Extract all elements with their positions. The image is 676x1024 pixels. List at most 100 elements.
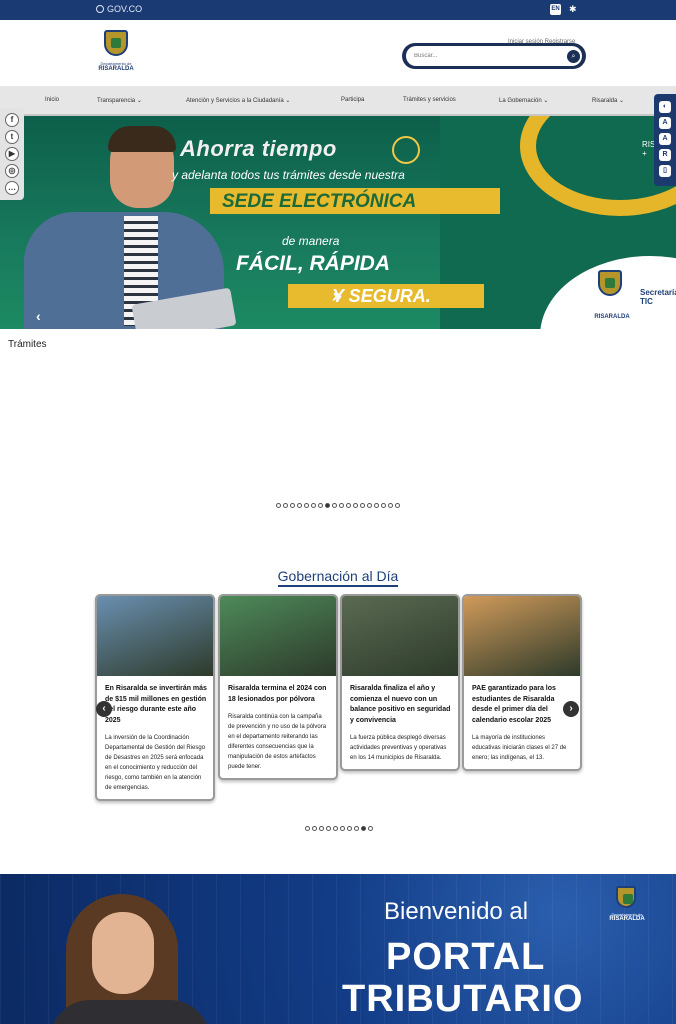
coat-of-arms-icon [598,270,622,296]
hero-segura-text: Y SEGURA. [332,286,431,306]
hero-prev-arrow[interactable]: ‹ [36,308,41,324]
chat-icon[interactable]: … [5,181,19,195]
nav-item-inicio[interactable]: Inicio [45,97,59,103]
carousel-dot[interactable] [290,503,295,508]
carousel-next-button[interactable]: › [563,701,579,717]
hero-banner-strip: SEDE ELECTRÓNICA [210,188,500,214]
hero-tic-label: Secretaría TIC [640,288,676,306]
chevron-down-icon: ⌄ [285,98,291,104]
facebook-icon[interactable]: f [5,113,19,127]
carousel-dot[interactable] [388,503,393,508]
contrast-icon[interactable]: ◐ [659,101,671,113]
govco-link[interactable]: GOV.CO [96,4,142,14]
carousel-dot[interactable] [332,503,337,508]
carousel-dot[interactable] [297,503,302,508]
carousel-dot[interactable] [346,503,351,508]
news-text: La fuerza pública desplegó diversas acti… [350,735,447,761]
main-nav: Inicio Transparencia ⌄ Atención y Servic… [0,86,676,116]
news-card[interactable]: PAE garantizado para los estudiantes de … [462,594,582,771]
news-card[interactable]: En Risaralda se invertirán más de $15 mi… [95,594,215,801]
portal-line2: TRIBUTARIO [342,978,584,1020]
logo-name: RISARALDA [98,66,134,72]
nav-item-atencion[interactable]: Atención y Servicios a la Ciudadanía ⌄ [186,97,290,104]
carousel-dot[interactable] [333,826,338,831]
coat-of-arms-icon [104,30,128,56]
social-sidebar: f t ▶ ◎ … [0,108,24,200]
news-card[interactable]: Risaralda termina el 2024 con 18 lesiona… [218,594,338,780]
portal-line1: PORTAL [386,936,546,978]
hero-title: Ahorra tiempo [180,136,337,161]
portal-logo-name: RISARALDA [609,916,645,922]
portal-logo: Departamento de RISARALDA [608,886,646,930]
carousel-dot[interactable] [304,503,309,508]
carousel-dot[interactable] [360,503,365,508]
hero-manera: de manera [282,234,340,248]
clock-icon [392,136,420,164]
carousel-dot[interactable] [318,503,323,508]
carousel-dot[interactable] [340,826,345,831]
search-icon[interactable]: ⌕ [567,49,580,63]
news-image [97,596,213,676]
zoom-out-icon[interactable]: A [659,133,671,145]
hero-logo: RISARALDA [590,268,634,324]
news-card[interactable]: Risaralda finaliza el año y comienza el … [340,594,460,771]
youtube-icon[interactable]: ▶ [5,147,19,161]
center-relevo-icon[interactable]: R [659,149,671,161]
carousel-dot[interactable] [326,826,331,831]
accessibility-icon[interactable]: ✱ [569,4,577,15]
carousel-dot[interactable] [367,503,372,508]
twitter-icon[interactable]: t [5,130,19,144]
news-title[interactable]: Risaralda finaliza el año y comienza el … [350,684,452,726]
news-title[interactable]: En Risaralda se invertirán más de $15 mi… [105,684,207,726]
carousel-dot[interactable] [368,826,373,831]
carousel-prev-button[interactable]: ‹ [96,701,112,717]
carousel-dot[interactable] [353,503,358,508]
govco-label: GOV.CO [107,4,143,14]
govco-top-bar: GOV.CO EN ✱ [0,0,676,20]
news-image [342,596,458,676]
risaralda-logo[interactable]: Departamento de RISARALDA [98,27,134,75]
search-input[interactable] [414,53,567,59]
carousel-dot[interactable] [361,826,366,831]
news-text: Risaralda continúa con la campaña de pre… [228,714,327,770]
carousel-dot[interactable] [311,503,316,508]
carousel-dot[interactable] [276,503,281,508]
chevron-down-icon: ⌄ [619,98,625,104]
portal-tributario-banner[interactable]: Bienvenido al PORTAL TRIBUTARIO Departam… [0,874,676,1024]
nav-item-gobernacion[interactable]: La Gobernación ⌄ [499,97,548,104]
hero-segura-strip: » Y SEGURA. [288,284,484,308]
nav-item-transparencia[interactable]: Transparencia ⌄ [97,97,142,104]
hero-logo-name: RISARALDA [594,314,630,320]
news-carousel-dots [305,826,373,831]
portal-woman-image [44,890,214,1024]
hero-subtitle: y adelanta todos tus trámites desde nues… [172,168,405,182]
news-image [464,596,580,676]
nav-item-risaralda[interactable]: Risaralda ⌄ [592,97,624,104]
zoom-in-icon[interactable]: A [659,117,671,129]
carousel-dot[interactable] [305,826,310,831]
news-title[interactable]: Risaralda termina el 2024 con 18 lesiona… [228,684,330,705]
accessibility-toolbar: ◐ A A R ▯ [654,94,676,186]
carousel-dot[interactable] [339,503,344,508]
hero-banner-text: SEDE ELECTRÓNICA [222,191,417,212]
search-bar: ⌕ [402,43,586,69]
carousel-dot[interactable] [374,503,379,508]
document-icon[interactable]: ▯ [659,165,671,177]
carousel-dot[interactable] [381,503,386,508]
instagram-icon[interactable]: ◎ [5,164,19,178]
language-button[interactable]: EN [550,4,561,15]
carousel-dot[interactable] [354,826,359,831]
news-title[interactable]: PAE garantizado para los estudiantes de … [472,684,574,726]
carousel-dot[interactable] [325,503,330,508]
carousel-dot[interactable] [319,826,324,831]
carousel-dot[interactable] [312,826,317,831]
news-text: La mayoría de instituciones educativas i… [472,735,567,761]
chevron-down-icon: ⌄ [543,98,549,104]
nav-item-tramites[interactable]: Trámites y servicios [403,97,456,103]
tramites-carousel-dots [276,503,400,508]
carousel-dot[interactable] [395,503,400,508]
carousel-dot[interactable] [283,503,288,508]
hero-banner[interactable]: Ahorra tiempo y adelanta todos tus trámi… [0,116,676,329]
carousel-dot[interactable] [347,826,352,831]
nav-item-participa[interactable]: Participa [341,97,364,103]
